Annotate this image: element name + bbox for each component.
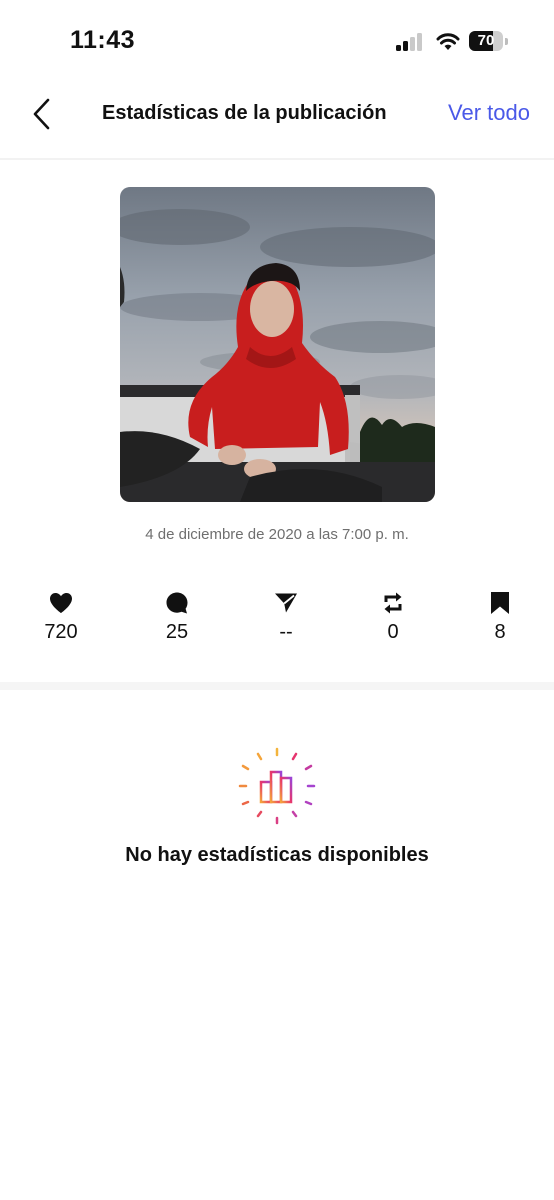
repost-icon (384, 592, 402, 614)
metrics-row: 720 25 -- 0 8 (0, 590, 554, 650)
share-icon (275, 593, 297, 613)
reposts-count: 0 (387, 621, 399, 643)
bookmark-icon (491, 592, 509, 614)
section-divider (0, 682, 554, 690)
battery-icon: 70 (469, 31, 509, 51)
header-divider (0, 158, 554, 160)
metric-likes: 720 (21, 590, 101, 644)
empty-state-message: No hay estadísticas disponibles (125, 844, 429, 866)
metric-shares: -- (246, 590, 326, 644)
comments-count: 25 (165, 621, 189, 643)
heart-icon (50, 593, 72, 613)
status-bar: 11:43 70 (0, 0, 554, 80)
cellular-signal-icon (396, 33, 426, 51)
post-thumbnail[interactable] (120, 187, 435, 502)
status-time: 11:43 (70, 26, 136, 54)
comment-icon (166, 592, 188, 614)
shares-count: -- (279, 621, 293, 643)
metric-reposts: 0 (353, 590, 433, 644)
saves-count: 8 (494, 621, 506, 643)
post-date: 4 de diciembre de 2020 a las 7:00 p. m. (145, 526, 409, 543)
likes-count: 720 (44, 621, 78, 643)
bar-chart-icon (237, 746, 317, 826)
see-all-button[interactable]: Ver todo (448, 100, 530, 126)
metric-saves: 8 (460, 590, 540, 644)
metric-comments: 25 (137, 590, 217, 644)
battery-percentage: 70 (477, 32, 495, 49)
wifi-icon (436, 31, 460, 51)
nav-header: Estadísticas de la publicación Ver todo (0, 84, 554, 144)
